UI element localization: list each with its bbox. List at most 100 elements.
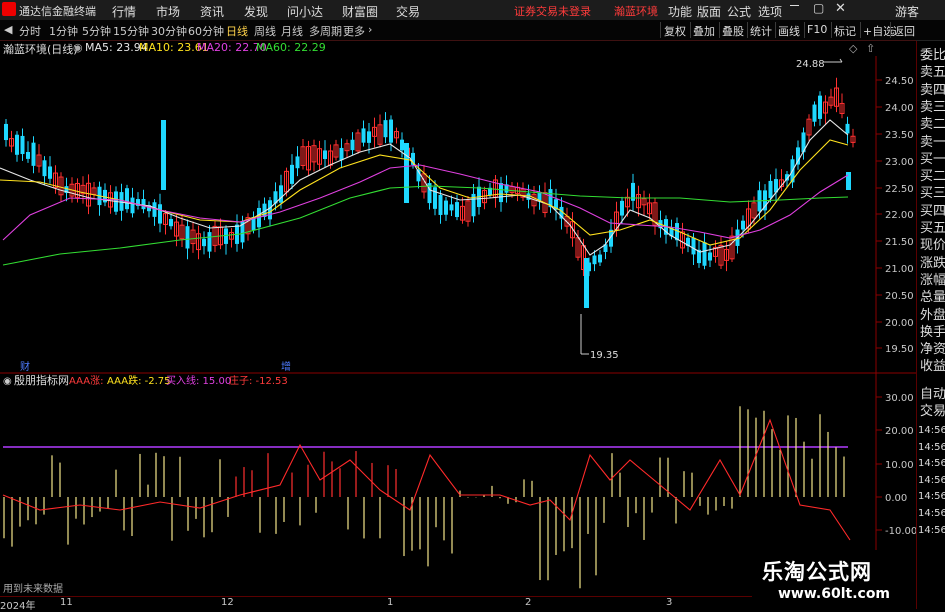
side-item[interactable]: 买一 <box>920 151 945 168</box>
candle-down <box>4 123 8 141</box>
side-item[interactable]: 卖五 <box>920 64 945 81</box>
candle-down <box>444 200 448 215</box>
financial-report-marker[interactable]: 财 <box>20 360 30 373</box>
side-item[interactable]: 自动 <box>920 386 945 403</box>
candle-down <box>224 228 228 244</box>
candle-down <box>438 194 443 215</box>
side-item[interactable]: 卖二 <box>920 116 945 133</box>
period-tab-monthly[interactable]: 月线 <box>281 23 303 39</box>
period-tab-daily[interactable]: 日线 <box>226 23 248 39</box>
period-tab-60min[interactable]: 60分钟 <box>188 23 224 39</box>
tool-restore-rights[interactable]: 复权 <box>664 23 686 39</box>
restore-icon[interactable]: ▢ <box>813 1 824 15</box>
candle-down <box>26 151 30 159</box>
side-item[interactable]: 净资 <box>920 341 945 358</box>
menu-ask[interactable]: 问小达 <box>287 3 323 20</box>
side-item[interactable]: 卖一 <box>920 134 945 151</box>
period-tab-1min[interactable]: 1分钟 <box>49 23 78 39</box>
menu-formula[interactable]: 公式 <box>727 3 751 20</box>
side-item[interactable]: 买四 <box>920 203 945 220</box>
candle-down <box>845 123 850 134</box>
side-item[interactable]: 外盘 <box>920 307 945 324</box>
menu-market[interactable]: 行情 <box>112 3 136 20</box>
side-item[interactable]: 涨跌 <box>920 255 945 272</box>
candle-down <box>702 242 707 266</box>
high-price-label: 24.88 <box>796 59 825 70</box>
tool-overlay-stock[interactable]: 叠股 <box>722 23 744 39</box>
side-item[interactable]: 总量 <box>920 289 945 306</box>
more-chevron-icon[interactable]: › <box>368 23 372 36</box>
menu-bar: 通达信金融终端 行情 市场 资讯 发现 问小达 财富圈 交易 证券交易未登录 瀚… <box>0 0 945 21</box>
period-tab-multi[interactable]: 多周期 <box>309 23 342 39</box>
side-time: 14:56 <box>918 458 945 470</box>
candle-down <box>152 202 157 217</box>
period-toolbar: ◀ 分时 1分钟 5分钟 15分钟 30分钟 60分钟 日线 周线 月线 多周期… <box>0 20 945 41</box>
side-item[interactable]: 换手 <box>920 324 945 341</box>
indicator-circle-icon[interactable]: ◉ <box>3 376 12 387</box>
quote-side-panel: 委比 卖五 卖四 卖三 卖二 卖一 买一 买二 买三 买四 买五 现价 涨跌 涨幅 总量 外盘 换手 净资 收益自动… <box>916 41 945 609</box>
menu-function[interactable]: 功能 <box>668 3 692 20</box>
menu-wealth[interactable]: 财富圈 <box>342 3 378 20</box>
candle-down <box>20 135 25 155</box>
zhuangzi-line <box>2 418 851 541</box>
indicator-tick-label: 0.00 <box>885 493 907 504</box>
time-tick: 1 <box>387 597 394 608</box>
side-item[interactable]: 收益 <box>920 358 945 375</box>
candle-down <box>141 199 146 210</box>
side-item[interactable]: 卖三 <box>920 99 945 116</box>
candle-down <box>290 164 294 184</box>
side-item[interactable]: 委比 <box>920 47 945 64</box>
toolbar-divider <box>831 22 832 38</box>
menu-discover[interactable]: 发现 <box>244 3 268 20</box>
toolbar-divider <box>747 22 748 38</box>
price-tick-label: 21.00 <box>885 264 914 275</box>
side-item[interactable]: 买五 <box>920 220 945 237</box>
side-item[interactable]: 买三 <box>920 185 945 202</box>
candle-down <box>295 156 300 169</box>
tool-draw-line[interactable]: 画线 <box>778 23 800 39</box>
candle-down <box>433 187 437 209</box>
candle-down <box>455 202 459 218</box>
side-item[interactable]: 买二 <box>920 168 945 185</box>
side-time: 14:56 <box>918 491 945 503</box>
candle-down <box>31 142 36 166</box>
period-tab-15min[interactable]: 15分钟 <box>113 23 149 39</box>
indicator-tick-label: 10.00 <box>885 460 914 471</box>
indicator-aaa-up: AAA涨: <box>69 375 103 387</box>
candle-down <box>691 237 696 255</box>
tool-back[interactable]: 返回 <box>893 23 915 39</box>
candle-down <box>449 204 454 211</box>
menu-news[interactable]: 资讯 <box>200 3 224 20</box>
menu-layout[interactable]: 版面 <box>697 3 721 20</box>
candle-down <box>350 139 355 151</box>
menu-options[interactable]: 选项 <box>758 3 782 20</box>
side-item[interactable]: 现价 <box>920 237 945 254</box>
period-tab-more[interactable]: 更多 <box>343 23 365 39</box>
trade-login-warning[interactable]: 证券交易未登录 <box>514 3 591 19</box>
minimize-icon[interactable] <box>790 5 799 6</box>
side-item[interactable]: 交易 <box>920 403 945 420</box>
price-tick-label: 20.50 <box>885 291 914 302</box>
tool-mark[interactable]: 标记 <box>834 23 856 39</box>
side-item[interactable]: 涨幅 <box>920 272 945 289</box>
menu-markets[interactable]: 市场 <box>156 3 180 20</box>
tool-statistics[interactable]: 统计 <box>750 23 772 39</box>
tool-overlay[interactable]: 叠加 <box>693 23 715 39</box>
share-increase-marker[interactable]: 增 <box>281 360 291 373</box>
period-tab-timeline[interactable]: 分时 <box>19 23 41 39</box>
tool-f10[interactable]: F10 <box>807 23 827 36</box>
price-tick-label: 19.50 <box>885 344 914 355</box>
period-tab-weekly[interactable]: 周线 <box>254 23 276 39</box>
candle-down <box>185 226 190 249</box>
back-arrow-icon[interactable]: ◀ <box>4 23 12 36</box>
period-tab-30min[interactable]: 30分钟 <box>151 23 187 39</box>
period-tab-5min[interactable]: 5分钟 <box>82 23 111 39</box>
side-time: 14:56 <box>918 508 945 519</box>
toolbar-divider <box>690 22 691 38</box>
close-icon[interactable]: ✕ <box>835 1 846 16</box>
guest-account[interactable]: 游客 <box>895 3 919 20</box>
kline-chart[interactable]: 24.50 24.00 23.50 23.00 22.50 22.00 21.50 21.00… <box>0 40 916 596</box>
menu-trade[interactable]: 交易 <box>396 3 420 20</box>
candle-down <box>323 150 327 159</box>
side-item[interactable]: 卖四 <box>920 82 945 99</box>
